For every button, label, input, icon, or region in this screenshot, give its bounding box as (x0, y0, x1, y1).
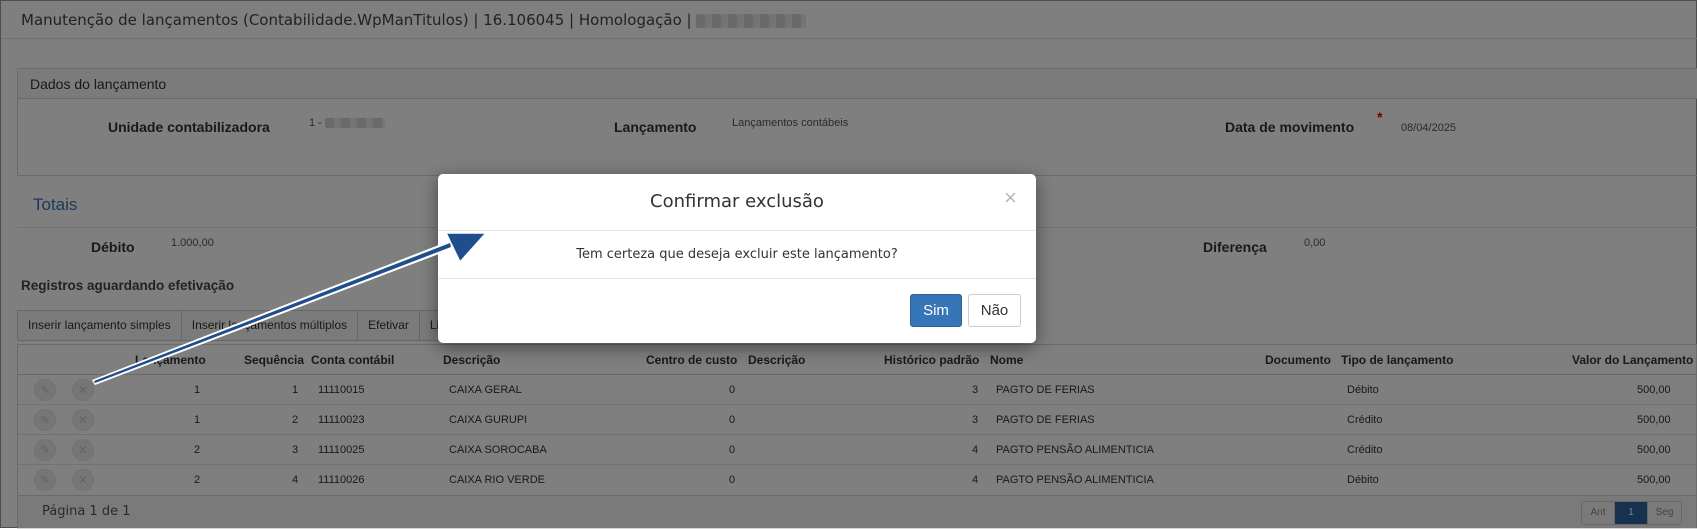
confirm-no-button[interactable]: Não (968, 294, 1021, 327)
close-icon[interactable]: × (1004, 187, 1017, 209)
confirm-delete-dialog: Confirmar exclusão × Tem certeza que des… (438, 174, 1036, 343)
dialog-message: Tem certeza que deseja excluir este lanç… (576, 247, 898, 262)
dialog-title: Confirmar exclusão (650, 191, 824, 212)
dialog-header: Confirmar exclusão × (438, 174, 1036, 231)
dialog-body: Tem certeza que deseja excluir este lanç… (438, 231, 1036, 279)
confirm-yes-button[interactable]: Sim (910, 294, 962, 327)
